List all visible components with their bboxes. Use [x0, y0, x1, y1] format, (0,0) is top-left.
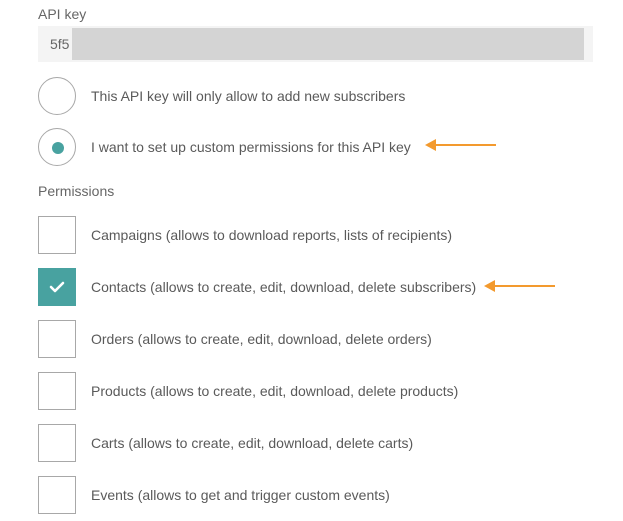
permission-events[interactable]: Events (allows to get and trigger custom… — [38, 476, 598, 514]
permission-label: Contacts (allows to create, edit, downlo… — [91, 279, 477, 295]
checkbox-campaigns[interactable] — [38, 216, 76, 254]
checkbox-events[interactable] — [38, 476, 76, 514]
permission-label: Orders (allows to create, edit, download… — [91, 331, 432, 347]
api-key-visible-value: 5f5 — [50, 36, 70, 52]
access-option-custom-permissions[interactable]: I want to set up custom permissions for … — [38, 128, 598, 166]
permission-carts[interactable]: Carts (allows to create, edit, download,… — [38, 424, 598, 462]
checkbox-orders[interactable] — [38, 320, 76, 358]
checkbox-products[interactable] — [38, 372, 76, 410]
arrow-left-icon — [425, 139, 496, 151]
radio-custom-permissions[interactable] — [38, 128, 76, 166]
access-option-label: I want to set up custom permissions for … — [91, 139, 411, 155]
api-key-label: API key — [38, 6, 87, 22]
api-key-field[interactable]: 5f5 — [38, 26, 593, 62]
permission-orders[interactable]: Orders (allows to create, edit, download… — [38, 320, 598, 358]
permission-campaigns[interactable]: Campaigns (allows to download reports, l… — [38, 216, 598, 254]
permissions-label: Permissions — [38, 183, 115, 199]
radio-add-subscribers[interactable] — [38, 77, 76, 115]
access-option-label: This API key will only allow to add new … — [91, 88, 406, 104]
permission-label: Campaigns (allows to download reports, l… — [91, 227, 453, 243]
radio-selected-dot — [52, 142, 64, 154]
api-key-redaction — [72, 28, 584, 60]
checkbox-carts[interactable] — [38, 424, 76, 462]
permission-label: Carts (allows to create, edit, download,… — [91, 435, 414, 451]
checkmark-icon — [49, 281, 65, 293]
access-option-add-subscribers[interactable]: This API key will only allow to add new … — [38, 77, 598, 115]
permission-products[interactable]: Products (allows to create, edit, downlo… — [38, 372, 598, 410]
arrow-left-icon — [484, 280, 555, 292]
permission-label: Products (allows to create, edit, downlo… — [91, 383, 459, 399]
checkbox-contacts[interactable] — [38, 268, 76, 306]
permission-label: Events (allows to get and trigger custom… — [91, 487, 390, 503]
